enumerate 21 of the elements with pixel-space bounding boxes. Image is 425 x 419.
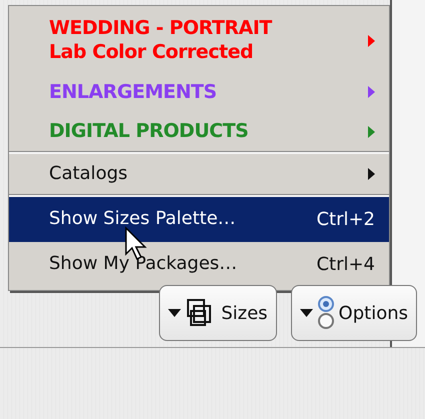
shortcut-label: Ctrl+2 xyxy=(316,208,375,232)
caret-icon xyxy=(300,309,313,317)
radio-buttons-icon xyxy=(316,296,335,330)
menu-item-sublabel: Lab Color Corrected xyxy=(49,40,254,64)
submenu-arrow-icon xyxy=(368,86,375,98)
menu-item-label: Show My Packages… xyxy=(49,252,238,276)
menu-item[interactable]: Show Sizes Palette… Ctrl+2 xyxy=(9,196,389,242)
menu-item[interactable]: Catalogs xyxy=(9,154,389,194)
submenu-arrow-icon xyxy=(368,168,375,180)
toolbar-button[interactable]: Options xyxy=(290,285,417,341)
menu-item[interactable]: Show My Packages… Ctrl+4 xyxy=(9,242,389,286)
menu-item-label: WEDDING - PORTRAIT xyxy=(49,17,272,41)
shortcut-label: Ctrl+4 xyxy=(316,252,375,276)
menu-item-label: ENLARGEMENTS xyxy=(49,80,217,104)
caret-icon xyxy=(168,309,182,317)
toolbar-button[interactable]: Sizes xyxy=(159,285,277,341)
menu-item-label: Catalogs xyxy=(49,163,128,186)
menu-item-label: Show Sizes Palette… xyxy=(49,208,236,230)
submenu-arrow-icon xyxy=(368,34,375,47)
menu-item-label: DIGITAL PRODUCTS xyxy=(49,120,248,144)
submenu-arrow-icon xyxy=(368,126,375,138)
